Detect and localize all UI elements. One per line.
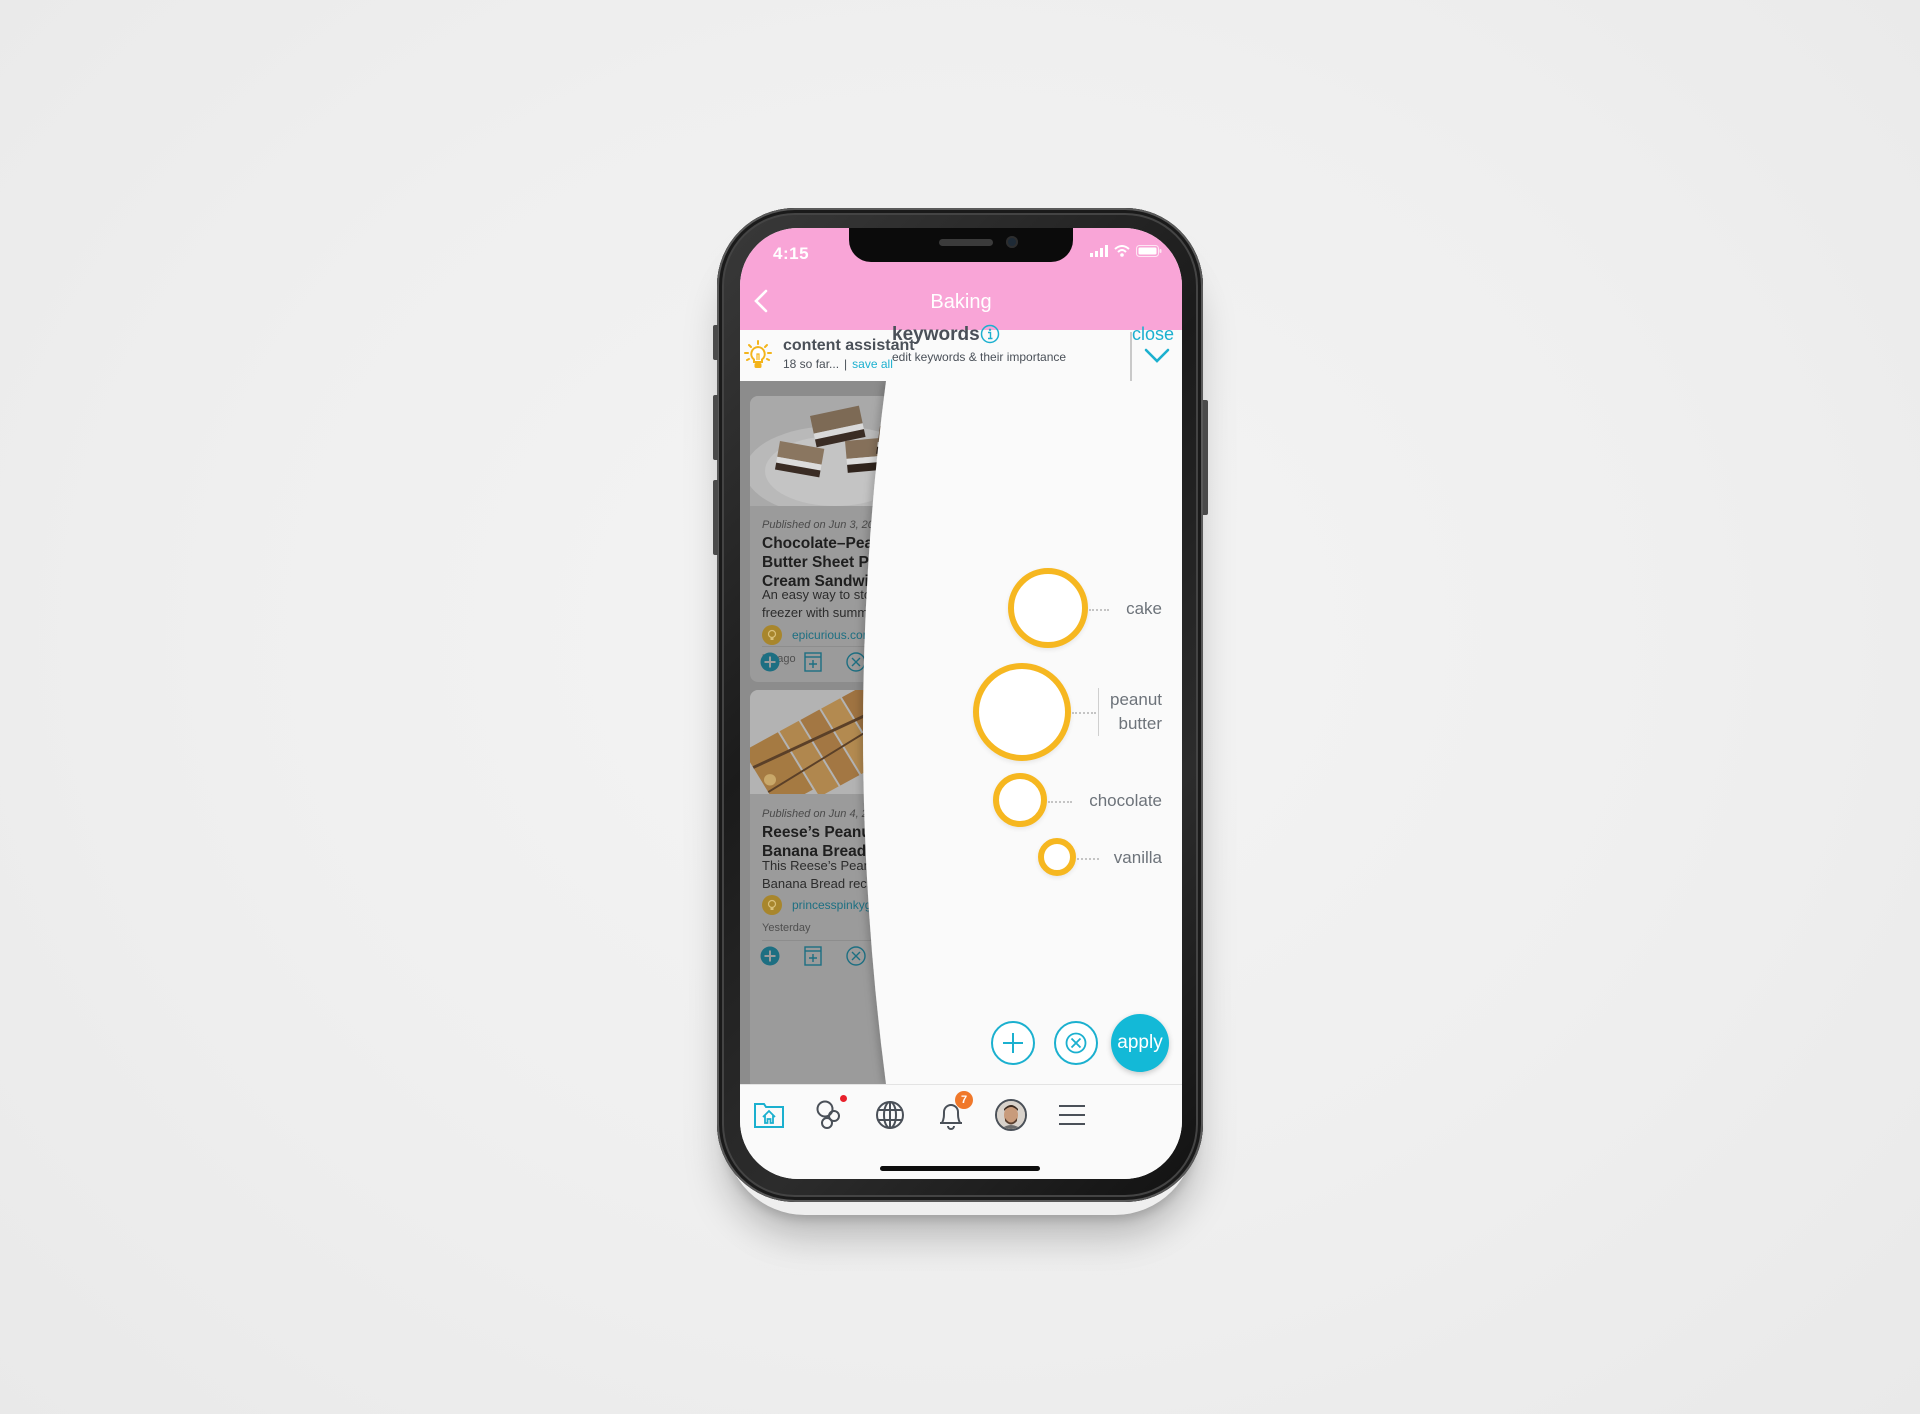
status-time: 4:15	[773, 244, 810, 263]
nav-topics[interactable]	[810, 1095, 850, 1135]
power-button	[1203, 400, 1208, 515]
phone-screen: 4:15 Baking content assistant 18 so far.…	[740, 228, 1182, 1179]
add-keyword-button[interactable]	[991, 1021, 1035, 1065]
volume-up-button	[713, 395, 718, 460]
content-assistant-title: content assistant	[783, 337, 915, 354]
lightbulb-icon	[744, 340, 772, 368]
remove-keyword-button[interactable]	[1054, 1021, 1098, 1065]
info-icon[interactable]	[980, 324, 1000, 344]
wifi-icon	[1114, 245, 1130, 257]
page-title: Baking	[930, 291, 992, 313]
bottom-nav: 7	[740, 1084, 1182, 1179]
nav-profile[interactable]	[991, 1095, 1031, 1135]
notification-dot	[840, 1095, 847, 1102]
hamburger-icon	[1059, 1105, 1085, 1125]
nav-notifications[interactable]: 7	[931, 1091, 973, 1135]
keywords-panel-background	[863, 381, 1182, 1084]
nav-menu[interactable]	[1052, 1095, 1092, 1135]
mute-switch	[713, 325, 718, 360]
content-assistant-bar: content assistant 18 so far... | save all	[740, 330, 1182, 382]
signal-icon	[1090, 245, 1108, 257]
volume-down-button	[713, 480, 718, 555]
home-indicator[interactable]	[880, 1166, 1040, 1171]
speaker	[939, 239, 993, 246]
plus-icon	[1003, 1033, 1023, 1053]
saved-count: 18 so far...	[783, 357, 840, 371]
status-icons	[1090, 245, 1162, 257]
nav-explore[interactable]	[870, 1095, 910, 1135]
avatar	[995, 1099, 1027, 1131]
save-all-link[interactable]: save all	[852, 357, 893, 371]
home-folder-icon	[754, 1103, 784, 1128]
globe-icon	[876, 1101, 904, 1129]
close-button[interactable]: close	[1132, 324, 1174, 345]
circle-x-icon	[1065, 1032, 1087, 1054]
battery-icon	[1136, 245, 1162, 257]
bubbles-icon	[816, 1100, 840, 1129]
content-assistant-status: 18 so far... | save all	[783, 357, 893, 371]
nav-home[interactable]	[749, 1095, 789, 1135]
notification-badge: 7	[955, 1091, 973, 1109]
notch	[849, 228, 1073, 262]
chevron-down-icon[interactable]	[1144, 346, 1170, 366]
apply-button[interactable]: apply	[1111, 1014, 1169, 1072]
app-header: 4:15 Baking	[740, 228, 1182, 330]
front-camera	[1006, 236, 1018, 248]
separator: |	[844, 357, 848, 371]
